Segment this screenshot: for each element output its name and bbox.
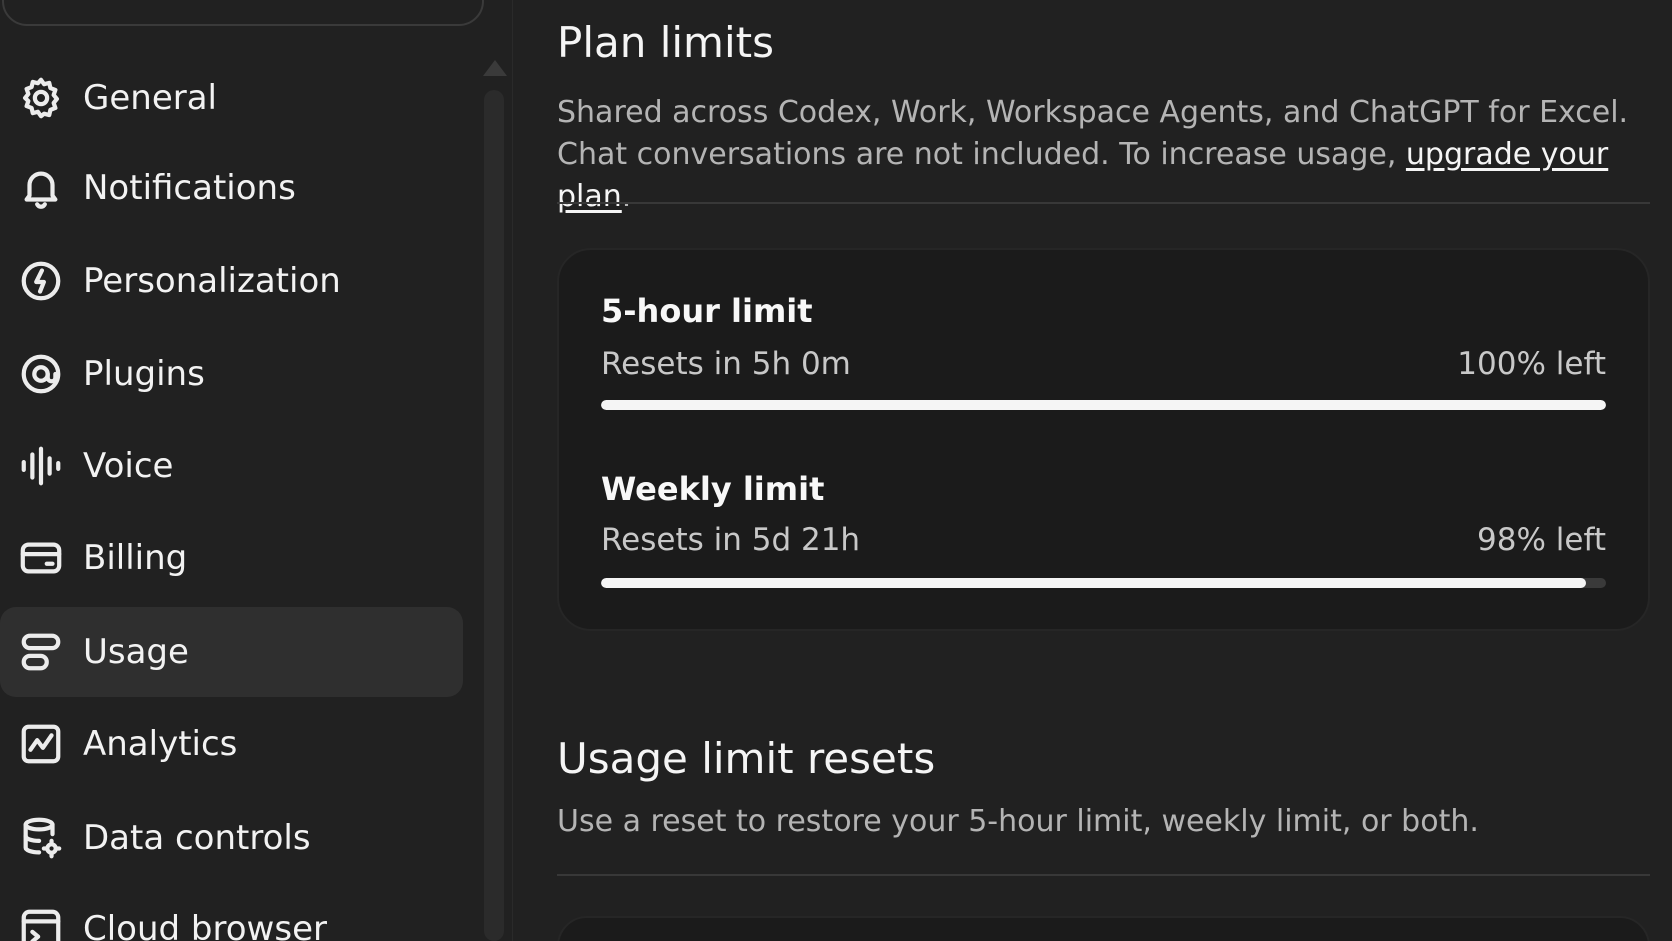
analytics-chart-icon: [18, 721, 64, 767]
limit-reset-time: Resets in 5d 21h: [601, 522, 861, 558]
sidebar-item-label: Analytics: [83, 724, 238, 764]
sidebar-item-notifications[interactable]: Notifications: [0, 143, 463, 233]
sidebar-item-voice[interactable]: Voice: [0, 421, 463, 511]
plugin-icon: [18, 351, 64, 397]
resets-card: [557, 916, 1650, 941]
browser-icon: [18, 906, 64, 941]
sidebar-item-label: Voice: [83, 446, 174, 486]
plan-limits-description: Shared across Codex, Work, Workspace Age…: [557, 92, 1650, 218]
limit-progress-fill: [601, 578, 1586, 588]
settings-window: General Notifications Personalization Pl…: [0, 0, 1672, 941]
description-period: .: [621, 179, 632, 214]
usage-limit-resets-description: Use a reset to restore your 5-hour limit…: [557, 804, 1479, 839]
limit-remaining: 100% left: [1457, 346, 1606, 382]
usage-icon: [18, 629, 64, 675]
sidebar-item-cloud-browser[interactable]: Cloud browser: [0, 884, 463, 941]
limit-remaining: 98% left: [1477, 522, 1606, 558]
sidebar-item-label: Data controls: [83, 818, 311, 858]
sidebar-item-label: General: [83, 78, 217, 118]
sidebar-item-label: Billing: [83, 538, 188, 578]
database-settings-icon: [18, 815, 64, 861]
sidebar-item-billing[interactable]: Billing: [0, 513, 463, 603]
limit-title: Weekly limit: [601, 470, 825, 508]
section-divider: [557, 874, 1650, 876]
limit-reset-time: Resets in 5h 0m: [601, 346, 851, 382]
voice-waveform-icon: [18, 443, 64, 489]
sidebar-item-label: Usage: [83, 632, 189, 672]
limit-progress-bar: [601, 400, 1606, 410]
personalization-icon: [18, 258, 64, 304]
limits-card: 5-hour limit Resets in 5h 0m 100% left W…: [557, 248, 1650, 631]
gear-icon: [18, 75, 64, 121]
search-field[interactable]: [2, 0, 484, 26]
plan-limits-title: Plan limits: [557, 18, 774, 67]
main-content: Plan limits Shared across Codex, Work, W…: [557, 0, 1650, 941]
sidebar-item-label: Personalization: [83, 261, 341, 301]
sidebar-item-label: Cloud browser: [83, 909, 327, 941]
limit-progress-fill: [601, 400, 1606, 410]
section-divider: [557, 202, 1650, 204]
sidebar-item-analytics[interactable]: Analytics: [0, 699, 463, 789]
credit-card-icon: [18, 535, 64, 581]
limit-title: 5-hour limit: [601, 292, 813, 330]
sidebar-divider: [512, 0, 513, 941]
sidebar-item-plugins[interactable]: Plugins: [0, 329, 463, 419]
limit-progress-bar: [601, 578, 1606, 588]
sidebar-item-label: Notifications: [83, 168, 296, 208]
usage-limit-resets-title: Usage limit resets: [557, 734, 936, 783]
scroll-up-arrow[interactable]: [483, 60, 507, 76]
sidebar-item-label: Plugins: [83, 354, 205, 394]
sidebar-scrollbar[interactable]: [484, 90, 504, 941]
settings-sidebar: General Notifications Personalization Pl…: [0, 0, 512, 941]
sidebar-item-data-controls[interactable]: Data controls: [0, 793, 463, 883]
sidebar-item-personalization[interactable]: Personalization: [0, 236, 463, 326]
sidebar-item-general[interactable]: General: [0, 53, 463, 143]
bell-icon: [18, 165, 64, 211]
sidebar-item-usage[interactable]: Usage: [0, 607, 463, 697]
